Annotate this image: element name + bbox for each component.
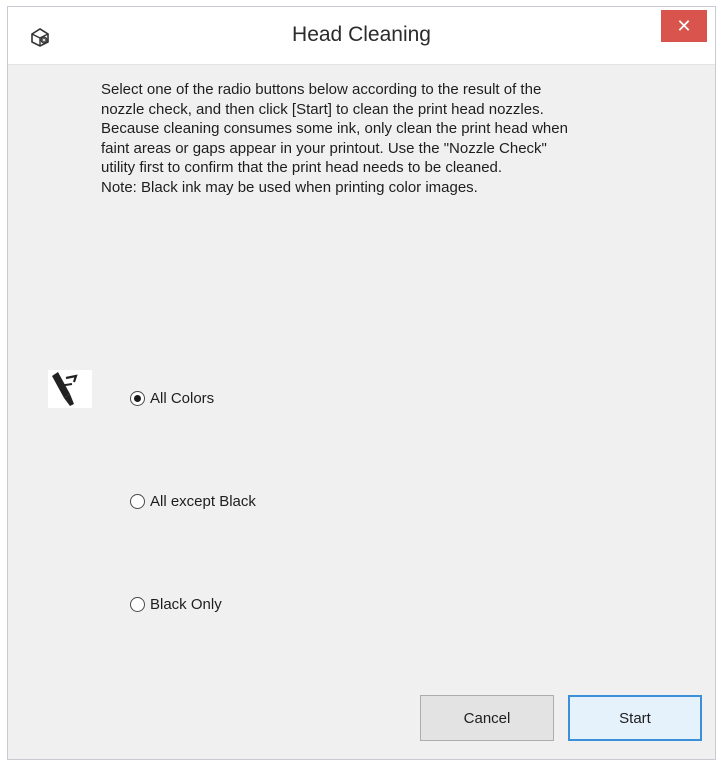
radio-all-except-black[interactable]: All except Black: [130, 490, 256, 512]
radio-button[interactable]: [130, 493, 145, 509]
radio-label-black-only: Black Only: [150, 595, 222, 613]
radio-button-checked[interactable]: [130, 390, 145, 406]
cancel-button[interactable]: Cancel: [420, 695, 554, 741]
dialog-title: Head Cleaning: [292, 23, 431, 46]
radio-all-colors[interactable]: All Colors: [130, 387, 214, 409]
radio-black-only[interactable]: Black Only: [130, 593, 222, 615]
instructions-text: Select one of the radio buttons below ac…: [101, 81, 568, 196]
close-button[interactable]: ✕: [661, 10, 707, 42]
title-bar: Head Cleaning ✕: [8, 7, 715, 65]
radio-label-all-colors: All Colors: [150, 389, 215, 407]
start-button[interactable]: Start: [568, 695, 702, 741]
close-icon: ✕: [676, 16, 692, 36]
head-cleaning-dialog: Head Cleaning ✕ Select one of the radio …: [7, 6, 716, 760]
radio-button[interactable]: [130, 596, 145, 612]
print-head-nozzle-icon: [48, 370, 92, 408]
radio-label-all-except-black: All except Black: [150, 492, 256, 510]
